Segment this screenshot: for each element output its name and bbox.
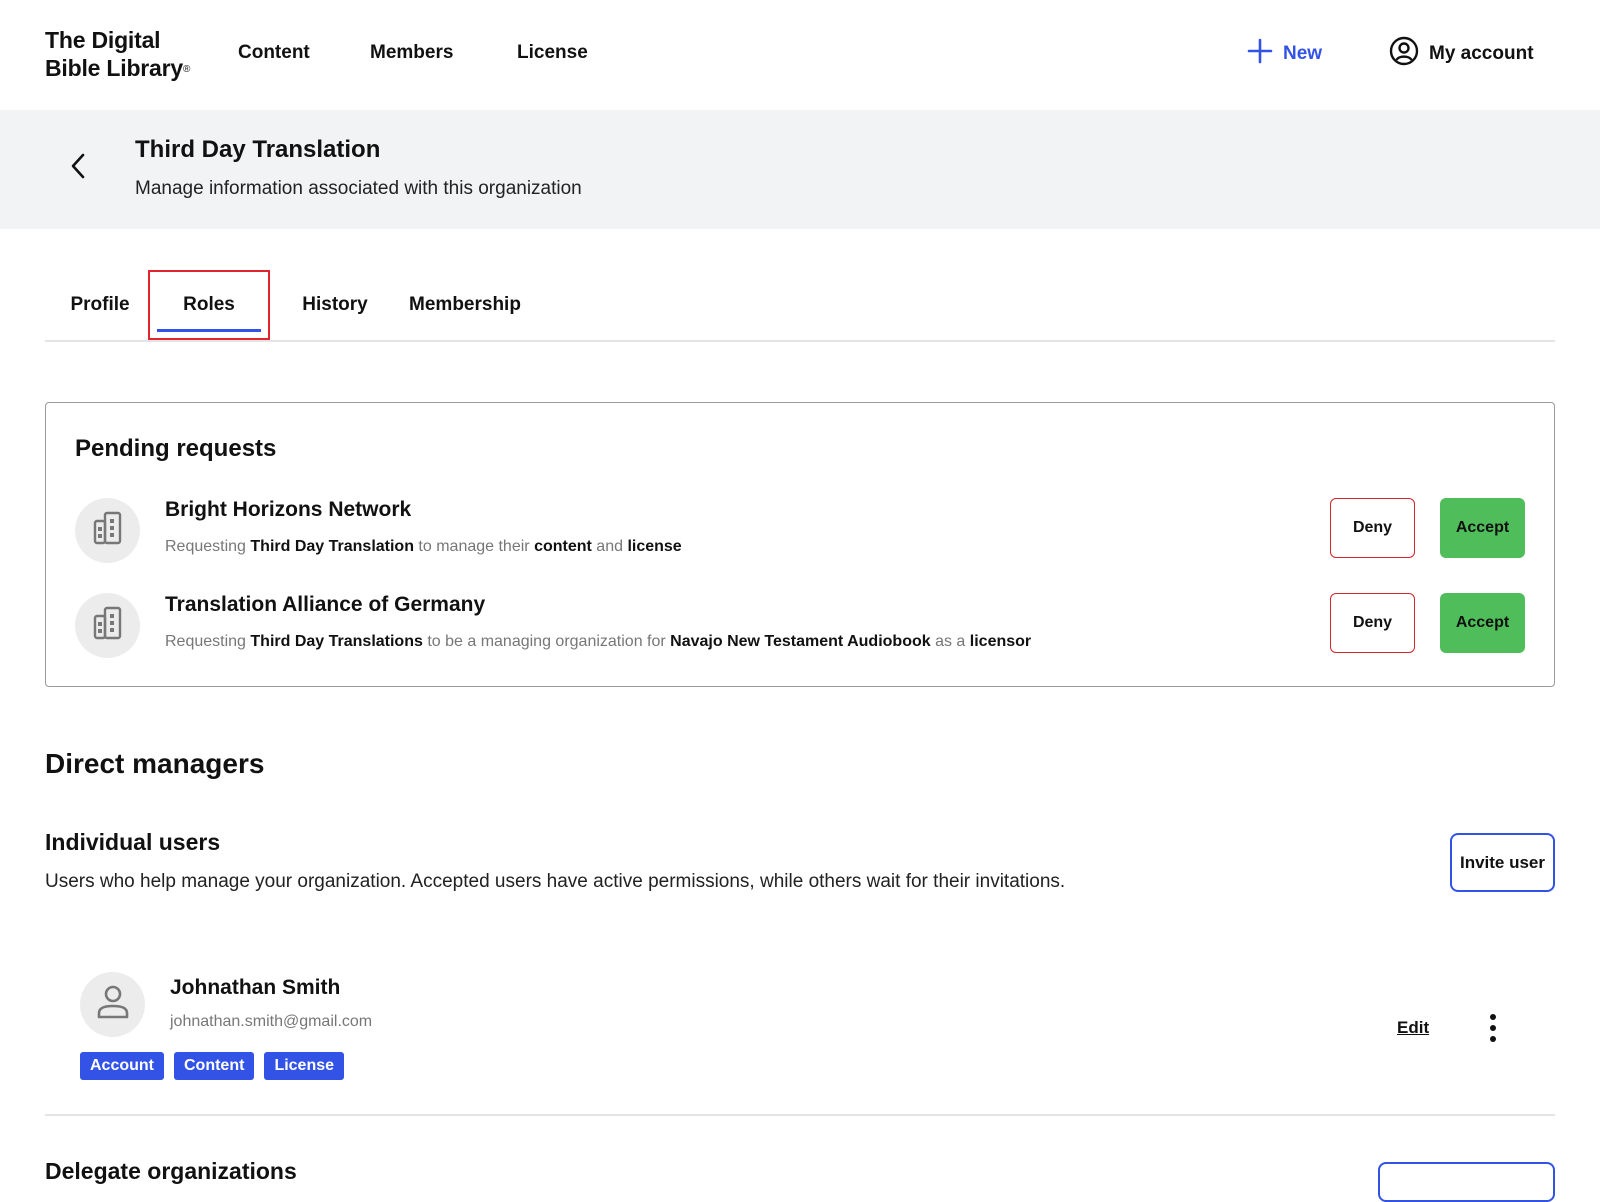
edit-user-link[interactable]: Edit — [1397, 1018, 1429, 1038]
role-badges: Account Content License — [80, 1052, 345, 1080]
direct-managers-heading: Direct managers — [45, 748, 265, 779]
desc-text: to manage their — [413, 538, 535, 555]
desc-text: as a — [930, 633, 970, 650]
top-navigation-bar: The Digital Bible Library® Content Membe… — [0, 0, 1600, 110]
plus-icon — [1247, 38, 1273, 70]
request-org-name: Translation Alliance of Germany — [165, 593, 486, 616]
request-description: Requesting Third Day Translation to mana… — [165, 538, 682, 556]
new-button[interactable]: New — [1247, 36, 1322, 72]
desc-project: Navajo New Testament Audiobook — [670, 633, 931, 650]
tab-membership[interactable]: Membership — [390, 270, 540, 340]
desc-text: Requesting — [165, 538, 251, 555]
desc-role: license — [627, 538, 682, 555]
invite-user-button[interactable]: Invite user — [1450, 833, 1555, 892]
building-icon — [90, 605, 126, 646]
kebab-dot — [1490, 1036, 1496, 1042]
tab-profile[interactable]: Profile — [45, 270, 155, 340]
user-name: Johnathan Smith — [170, 976, 341, 999]
request-org-name: Bright Horizons Network — [165, 498, 412, 521]
individual-users-description: Users who help manage your organization.… — [45, 871, 1066, 892]
user-email: johnathan.smith@gmail.com — [170, 1013, 373, 1030]
page-subtitle: Manage information associated with this … — [135, 178, 582, 199]
my-account-button[interactable]: My account — [1389, 36, 1534, 72]
kebab-dot — [1490, 1014, 1496, 1020]
tab-history[interactable]: History — [280, 270, 390, 340]
nav-members-link[interactable]: Members — [370, 42, 453, 64]
desc-text: Requesting — [165, 633, 251, 650]
delegate-organizations-heading: Delegate organizations — [45, 1158, 297, 1184]
back-button[interactable] — [64, 150, 92, 186]
kebab-dot — [1490, 1025, 1496, 1031]
pending-requests-title: Pending requests — [75, 435, 277, 462]
building-icon — [90, 510, 126, 551]
accept-button[interactable]: Accept — [1440, 593, 1525, 653]
user-list-item: Johnathan Smith johnathan.smith@gmail.co… — [45, 968, 1555, 1116]
tab-bar: Profile Roles History Membership — [45, 270, 1555, 342]
page-header: Third Day Translation Manage information… — [0, 110, 1600, 229]
more-options-icon[interactable] — [1483, 1011, 1503, 1045]
avatar — [80, 972, 145, 1037]
request-description: Requesting Third Day Translations to be … — [165, 633, 1031, 651]
pending-request-row: Bright Horizons Network Requesting Third… — [75, 498, 1525, 564]
registered-mark: ® — [183, 64, 191, 75]
deny-button[interactable]: Deny — [1330, 593, 1415, 653]
nav-license-link[interactable]: License — [517, 42, 588, 64]
organization-avatar — [75, 498, 140, 563]
logo-line-1: The Digital — [45, 27, 161, 53]
organization-avatar — [75, 593, 140, 658]
role-badge-account: Account — [80, 1052, 164, 1080]
desc-role: licensor — [969, 633, 1032, 650]
desc-text: to be a managing organization for — [422, 633, 671, 650]
app-logo[interactable]: The Digital Bible Library® — [45, 26, 190, 82]
desc-role: content — [534, 538, 592, 555]
chevron-left-icon — [69, 152, 87, 185]
delegate-action-button[interactable] — [1378, 1162, 1555, 1202]
pending-request-row: Translation Alliance of Germany Requesti… — [75, 593, 1525, 659]
my-account-label: My account — [1429, 43, 1534, 64]
desc-org: Third Day Translations — [250, 633, 423, 650]
desc-text: and — [591, 538, 628, 555]
logo-line-2: Bible Library — [45, 55, 183, 81]
new-button-label: New — [1283, 43, 1323, 64]
person-icon — [95, 983, 131, 1026]
tab-roles-label: Roles — [183, 294, 235, 315]
accept-button[interactable]: Accept — [1440, 498, 1525, 558]
tab-roles[interactable]: Roles — [148, 270, 270, 340]
active-tab-underline — [157, 329, 261, 332]
individual-users-heading: Individual users — [45, 829, 221, 855]
deny-button[interactable]: Deny — [1330, 498, 1415, 558]
page-title: Third Day Translation — [135, 136, 381, 163]
role-badge-license: License — [264, 1052, 345, 1080]
pending-requests-card: Pending requests Bright Horizons Network… — [45, 402, 1555, 687]
nav-content-link[interactable]: Content — [238, 42, 310, 64]
user-circle-icon — [1389, 36, 1419, 72]
desc-org: Third Day Translation — [250, 538, 414, 555]
role-badge-content: Content — [174, 1052, 255, 1080]
